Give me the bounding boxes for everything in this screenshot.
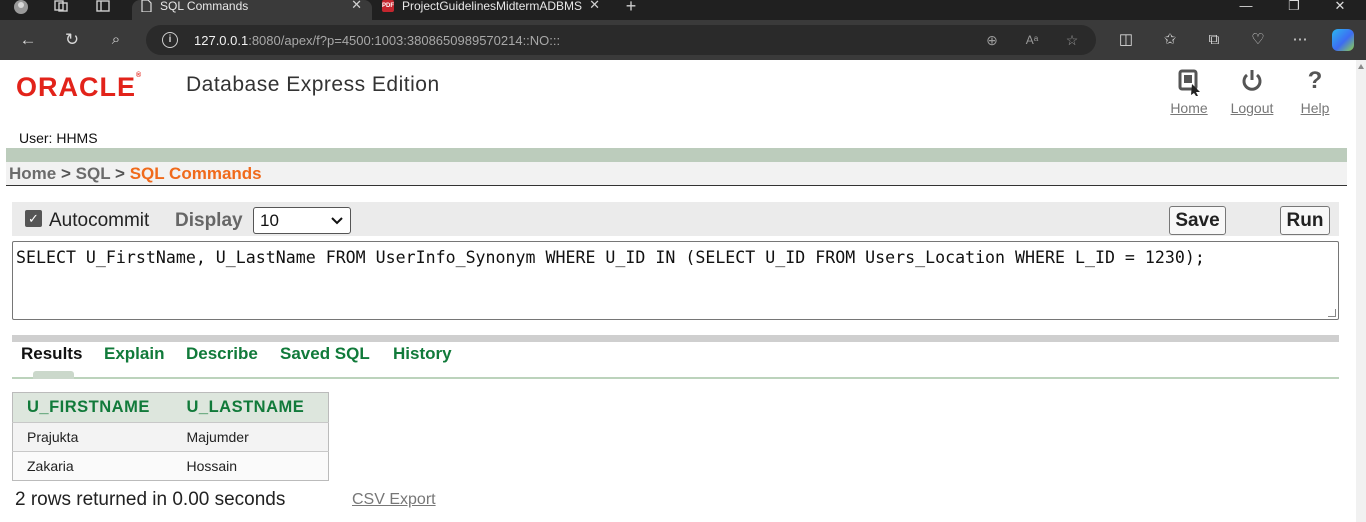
table-header-row: U_FIRSTNAME U_LASTNAME <box>12 392 329 423</box>
chevron-down-icon <box>331 208 343 242</box>
browser-essentials-icon[interactable]: ♡ <box>1246 29 1270 51</box>
autocommit-checkbox[interactable]: ✓ <box>25 210 42 227</box>
table-cell: Hossain <box>172 451 329 481</box>
collections-icon[interactable]: ⧉ <box>1202 29 1226 51</box>
scroll-up-arrow-icon[interactable] <box>1358 64 1364 69</box>
pdf-icon: PDF <box>382 0 394 12</box>
close-tab-icon[interactable]: ✕ <box>351 0 362 11</box>
breadcrumb: Home > SQL > SQL Commands <box>9 164 262 184</box>
tab-explain[interactable]: Explain <box>104 344 164 364</box>
breadcrumb-separator: > <box>115 164 125 183</box>
tab-title: SQL Commands <box>160 0 249 13</box>
home-link-label: Home <box>1170 100 1208 116</box>
save-button[interactable]: Save <box>1169 206 1226 235</box>
tab-history[interactable]: History <box>393 344 452 364</box>
help-icon: ? <box>1307 67 1323 94</box>
breadcrumb-sql[interactable]: SQL <box>76 164 111 183</box>
csv-export-link[interactable]: CSV Export <box>352 491 436 509</box>
section-divider <box>12 335 1339 342</box>
resize-handle-icon[interactable] <box>1328 309 1336 317</box>
current-user: User: HHMS <box>19 130 98 146</box>
split-screen-icon[interactable]: ◫ <box>1114 29 1138 51</box>
tab-sql-commands[interactable]: SQL Commands ✕ <box>132 0 372 20</box>
oracle-logo: ORACLE® <box>16 72 143 102</box>
sql-editor[interactable]: SELECT U_FirstName, U_LastName FROM User… <box>12 241 1339 320</box>
copilot-icon[interactable] <box>1332 29 1354 51</box>
search-icon[interactable]: ⌕ <box>104 29 128 51</box>
display-rows-select[interactable]: 10 <box>253 207 351 234</box>
autocommit-label[interactable]: Autocommit <box>49 210 149 232</box>
table-row: Prajukta Majumder <box>12 422 329 452</box>
favorites-icon[interactable]: ✩ <box>1158 29 1182 51</box>
rows-returned-message: 2 rows returned in 0.00 seconds <box>15 489 286 510</box>
address-bar[interactable]: i 127.0.0.1:8080/apex/f?p=4500:1003:3808… <box>146 25 1096 55</box>
sql-command-text[interactable]: SELECT U_FirstName, U_LastName FROM User… <box>16 248 1205 267</box>
profile-avatar-icon[interactable] <box>6 0 36 20</box>
display-label: Display <box>175 210 243 231</box>
column-header: U_LASTNAME <box>172 392 329 423</box>
breadcrumb-bar: Home > SQL > SQL Commands <box>6 148 1347 186</box>
read-aloud-icon[interactable]: Aᵃ <box>1022 30 1042 50</box>
help-link[interactable]: ? Help <box>1296 66 1334 116</box>
table-cell: Zakaria <box>12 451 173 481</box>
power-icon <box>1226 66 1278 96</box>
table-row: Zakaria Hossain <box>12 451 329 481</box>
run-button[interactable]: Run <box>1280 206 1330 235</box>
logo-text: ORACLE <box>16 72 136 102</box>
tab-actions-icon[interactable] <box>88 0 118 20</box>
active-tab-indicator <box>33 371 74 379</box>
reload-icon[interactable]: ↻ <box>60 29 84 51</box>
favorite-star-icon[interactable]: ☆ <box>1062 30 1082 50</box>
tab-project-guidelines[interactable]: PDF ProjectGuidelinesMidtermADBMS ✕ <box>374 0 610 20</box>
page-icon <box>140 0 152 13</box>
product-name: Database Express Edition <box>186 73 440 96</box>
close-tab-icon[interactable]: ✕ <box>589 0 600 11</box>
back-arrow-icon[interactable]: ← <box>16 29 40 51</box>
column-header: U_FIRSTNAME <box>12 392 173 423</box>
breadcrumb-current: SQL Commands <box>129 164 262 183</box>
more-menu-icon[interactable]: ⋯ <box>1288 29 1312 51</box>
browser-tab-strip: SQL Commands ✕ PDF ProjectGuidelinesMidt… <box>0 0 1366 20</box>
workspaces-icon[interactable] <box>46 0 76 20</box>
url-host: 127.0.0.1 <box>194 33 249 48</box>
tab-results[interactable]: Results <box>21 344 82 364</box>
close-window-icon[interactable]: ✕ <box>1320 0 1360 20</box>
site-info-icon[interactable]: i <box>162 32 178 48</box>
new-tab-icon[interactable]: + <box>616 0 646 20</box>
table-cell: Prajukta <box>12 422 173 452</box>
url-path: :8080/apex/f?p=4500:1003:380865098957021… <box>248 33 561 48</box>
breadcrumb-home[interactable]: Home <box>9 164 56 183</box>
help-link-label: Help <box>1300 100 1330 116</box>
tab-saved-sql[interactable]: Saved SQL <box>280 344 370 364</box>
url-text[interactable]: 127.0.0.1:8080/apex/f?p=4500:1003:380865… <box>194 33 560 48</box>
browser-toolbar: ← ↻ ⌕ i 127.0.0.1:8080/apex/f?p=4500:100… <box>0 20 1366 60</box>
vertical-scrollbar[interactable] <box>1356 60 1366 522</box>
logout-link-label: Logout <box>1230 100 1274 116</box>
breadcrumb-separator: > <box>60 164 71 183</box>
logout-link[interactable]: Logout <box>1226 66 1278 116</box>
command-toolbar: ✓ Autocommit Display 10 Save Run <box>12 202 1339 236</box>
tab-describe[interactable]: Describe <box>186 344 258 364</box>
results-table: U_FIRSTNAME U_LASTNAME Prajukta Majumder… <box>12 392 329 481</box>
restore-icon[interactable]: ❐ <box>1274 0 1314 20</box>
minimize-icon[interactable]: — <box>1226 0 1266 20</box>
home-link[interactable]: Home <box>1166 66 1212 116</box>
display-rows-value: 10 <box>260 211 279 230</box>
tab-title: ProjectGuidelinesMidtermADBMS <box>402 0 583 13</box>
page-viewport: ORACLE® Database Express Edition User: H… <box>0 60 1366 522</box>
table-cell: Majumder <box>172 422 329 452</box>
results-tabs: Results Explain Describe Saved SQL Histo… <box>12 342 1339 379</box>
zoom-icon[interactable]: ⊕ <box>982 30 1002 50</box>
home-icon <box>1166 66 1212 96</box>
